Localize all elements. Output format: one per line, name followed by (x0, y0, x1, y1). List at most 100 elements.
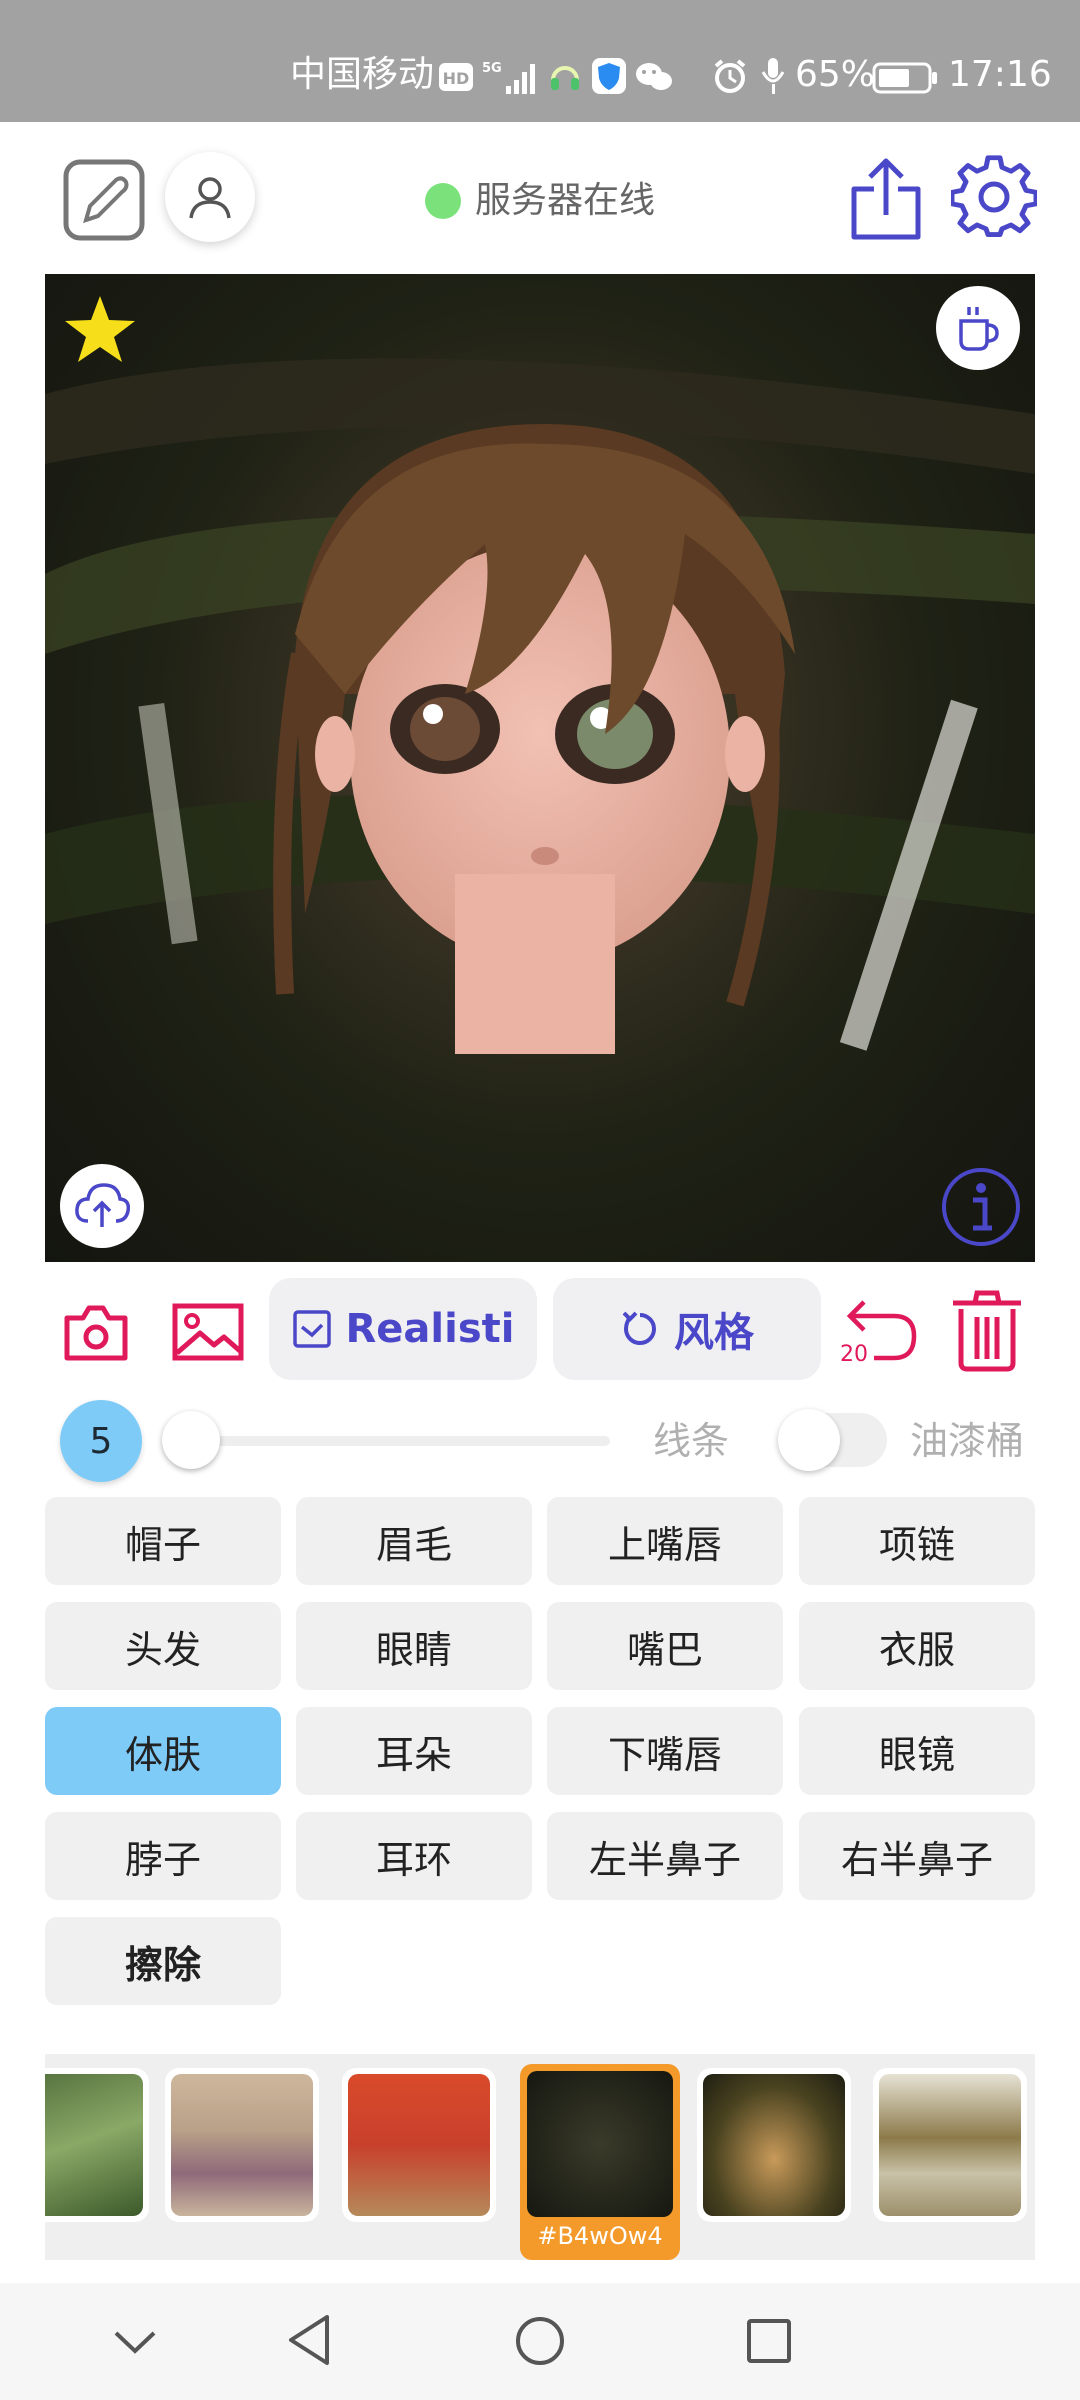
line-mode-label: 线条 (653, 1419, 730, 1463)
part-button-eyes[interactable]: 眼睛 (296, 1602, 532, 1690)
style-label: 风格 (674, 1310, 754, 1356)
model-label: Realisti (345, 1306, 515, 1352)
style-button[interactable]: 风格 (553, 1278, 821, 1380)
drawing-canvas[interactable] (45, 274, 1035, 1262)
paint-bucket-label: 油漆桶 (910, 1419, 1025, 1463)
mic-icon (761, 58, 785, 94)
info-button[interactable] (940, 1166, 1022, 1248)
gear-icon (951, 155, 1037, 237)
upload-button[interactable] (60, 1164, 144, 1248)
camera-button[interactable] (58, 1298, 134, 1366)
part-label: 眼镜 (878, 1732, 955, 1777)
part-label: 项链 (878, 1522, 955, 1567)
coffee-icon (959, 307, 999, 351)
edit-icon (63, 159, 145, 241)
share-button[interactable] (846, 155, 926, 245)
carrier-label: 中国移动 (290, 54, 435, 95)
cloud-upload-icon (75, 1183, 130, 1227)
chevron-down-icon[interactable] (112, 2327, 158, 2357)
part-button-hair[interactable]: 头发 (45, 1602, 281, 1690)
settings-button[interactable] (951, 155, 1037, 241)
undo-count: 20 (840, 1342, 868, 1367)
alarm-icon (714, 59, 746, 93)
part-label: 耳环 (375, 1837, 452, 1882)
part-button-hat[interactable]: 帽子 (45, 1497, 281, 1585)
part-button-necklace[interactable]: 项链 (799, 1497, 1035, 1585)
brush-size-slider[interactable] (190, 1436, 610, 1446)
trash-icon (953, 1290, 1021, 1372)
part-button-lower-lip[interactable]: 下嘴唇 (547, 1707, 783, 1795)
thumbnail-image (171, 2074, 313, 2216)
star-icon[interactable] (63, 294, 137, 364)
part-label: 右半鼻子 (840, 1837, 993, 1882)
style-thumbnail[interactable] (342, 2068, 496, 2222)
svg-text:5G: 5G (482, 61, 502, 76)
part-button-ears[interactable]: 耳朵 (296, 1707, 532, 1795)
brush-size-slider-thumb[interactable] (162, 1411, 220, 1469)
generated-image (45, 358, 1035, 1054)
thumbnail-image (879, 2074, 1021, 2216)
refresh-icon (622, 1311, 656, 1345)
part-label: 擦除 (124, 1942, 201, 1987)
style-thumbnail[interactable] (873, 2068, 1027, 2222)
part-button-earrings[interactable]: 耳环 (296, 1812, 532, 1900)
undo-button[interactable]: 20 (836, 1290, 920, 1372)
part-label: 头发 (124, 1627, 201, 1672)
style-thumbnail[interactable] (697, 2068, 851, 2222)
part-label: 嘴巴 (626, 1627, 703, 1672)
battery-icon (872, 62, 937, 94)
part-button-right-nose[interactable]: 右半鼻子 (799, 1812, 1035, 1900)
draw-mode-button[interactable] (62, 158, 146, 242)
model-select-button[interactable]: Realisti (269, 1278, 537, 1380)
part-label: 衣服 (878, 1627, 955, 1672)
delete-button[interactable] (945, 1288, 1029, 1374)
part-button-clothes[interactable]: 衣服 (799, 1602, 1035, 1690)
part-label: 脖子 (124, 1837, 201, 1882)
style-thumbnail[interactable] (165, 2068, 319, 2222)
part-label: 下嘴唇 (607, 1732, 722, 1777)
part-label: 眼睛 (375, 1627, 452, 1672)
thumbnail-image (527, 2071, 673, 2217)
image-icon (172, 1303, 244, 1361)
clock: 17:16 (948, 54, 1052, 95)
brush-size-badge: 5 (60, 1400, 142, 1482)
server-status-label: 服务器在线 (475, 180, 656, 221)
thumbnail-image (703, 2074, 845, 2216)
part-label: 耳朵 (375, 1732, 452, 1777)
part-label: 体肤 (124, 1732, 201, 1777)
style-thumbnail-strip[interactable]: #B4wOw4 (45, 2054, 1035, 2260)
part-button-glasses[interactable]: 眼镜 (799, 1707, 1035, 1795)
gallery-button[interactable] (170, 1298, 246, 1366)
part-button-erase[interactable]: 擦除 (45, 1917, 281, 2005)
thumbnail-caption: #B4wOw4 (537, 2222, 663, 2250)
profile-button[interactable] (165, 152, 255, 242)
part-button-upper-lip[interactable]: 上嘴唇 (547, 1497, 783, 1585)
system-navigation-bar (0, 2283, 1080, 2400)
svg-text:HD: HD (443, 69, 470, 88)
wechat-icon (636, 63, 672, 90)
checkbox-icon (292, 1310, 331, 1348)
part-button-skin[interactable]: 体肤 (45, 1707, 281, 1795)
part-button-neck[interactable]: 脖子 (45, 1812, 281, 1900)
part-button-mouth[interactable]: 嘴巴 (547, 1602, 783, 1690)
server-status-indicator (425, 183, 461, 219)
style-thumbnail-selected[interactable]: #B4wOw4 (520, 2064, 680, 2260)
headset-icon (551, 66, 579, 90)
style-thumbnail[interactable] (45, 2068, 149, 2222)
part-label: 眉毛 (375, 1522, 452, 1567)
thumbnail-image (45, 2074, 143, 2216)
back-icon[interactable] (285, 2313, 333, 2367)
hd-icon: HD (439, 63, 473, 91)
part-button-eyebrows[interactable]: 眉毛 (296, 1497, 532, 1585)
part-label: 上嘴唇 (607, 1522, 722, 1567)
home-icon[interactable] (514, 2315, 566, 2367)
shield-icon (592, 58, 626, 94)
signal-icon: 5G (482, 61, 535, 94)
recents-icon[interactable] (745, 2317, 793, 2365)
part-label: 帽子 (124, 1522, 201, 1567)
paint-bucket-toggle-knob[interactable] (778, 1409, 840, 1471)
thumbnail-image (348, 2074, 490, 2216)
part-button-left-nose[interactable]: 左半鼻子 (547, 1812, 783, 1900)
coffee-button[interactable] (936, 286, 1020, 370)
status-bar: 中国移动 HD 5G 65% 17:16 (0, 0, 1080, 122)
